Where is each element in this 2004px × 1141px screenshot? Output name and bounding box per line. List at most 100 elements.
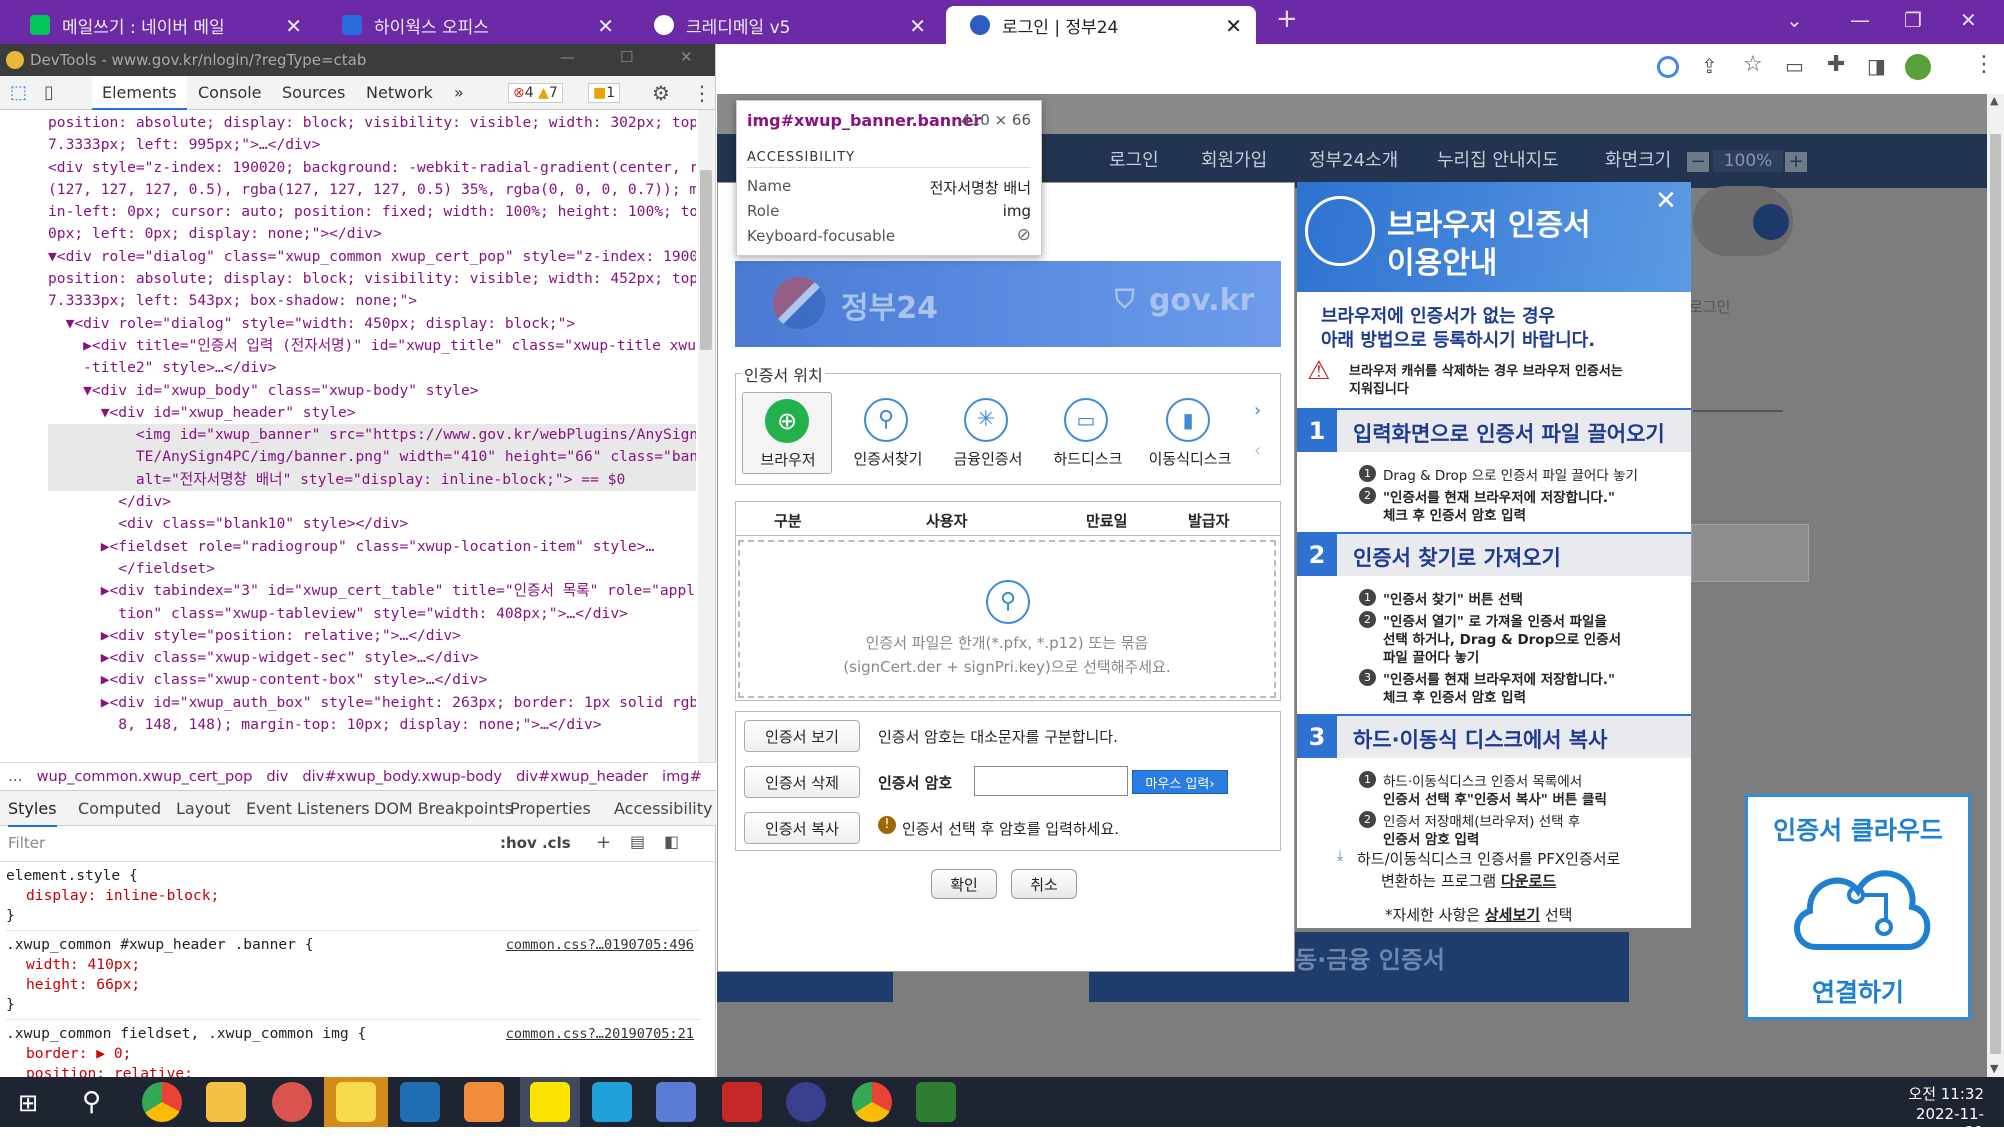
styles-tab[interactable]: Computed xyxy=(78,791,161,827)
cancel-button[interactable]: 취소 xyxy=(1011,869,1077,899)
more-tabs-button[interactable]: » xyxy=(444,76,474,110)
elements-scrollbar[interactable] xyxy=(698,110,714,762)
minimize-button[interactable]: — xyxy=(560,48,575,66)
cert-cloud-widget[interactable]: 인증서 클라우드 연결하기 xyxy=(1745,794,1971,1020)
close-icon[interactable]: ✕ xyxy=(285,14,302,38)
elements-tree[interactable]: position: absolute; display: block; visi… xyxy=(0,110,696,762)
nav-signup[interactable]: 회원가입 xyxy=(1201,134,1267,188)
styles-tab[interactable]: Properties xyxy=(510,791,591,827)
maximize-button[interactable]: ☐ xyxy=(620,48,633,66)
styles-tab[interactable]: Styles xyxy=(8,791,57,827)
search-icon[interactable] xyxy=(1753,204,1789,240)
nav-sitemap[interactable]: 누리집 안내지도 xyxy=(1437,134,1559,188)
dom-node-line[interactable]: 7.3333px; left: 995px;">…</div> xyxy=(48,134,696,156)
new-tab-button[interactable]: + xyxy=(1276,4,1298,34)
styles-tab[interactable]: DOM Breakpoints xyxy=(374,791,513,827)
delete-cert-button[interactable]: 인증서 삭제 xyxy=(744,766,860,798)
chrome-icon[interactable] xyxy=(852,1082,892,1122)
file-explorer-icon[interactable] xyxy=(206,1082,246,1122)
dom-node-line[interactable]: -title2" style>…</div> xyxy=(48,357,696,379)
device-toggle-icon[interactable]: ▯ xyxy=(44,82,54,103)
tab-network[interactable]: Network xyxy=(356,76,443,110)
remote-app-icon[interactable] xyxy=(592,1082,632,1122)
zoom-in-button[interactable]: + xyxy=(1785,152,1807,172)
kebab-menu-icon[interactable]: ⋮ xyxy=(1973,52,1995,77)
chevron-down-icon[interactable]: ⌄ xyxy=(1786,8,1803,32)
styles-tab[interactable]: Event Listeners xyxy=(246,791,370,827)
dom-node-line[interactable]: ▼<div id="xwup_header" style> xyxy=(48,402,696,424)
dom-node-line[interactable]: ▶<div title="인증서 입력 (전자서명)" id="xwup_tit… xyxy=(48,335,696,357)
search-box[interactable] xyxy=(1693,186,1793,256)
location-find[interactable]: ⚲ 인증서찾기 xyxy=(840,392,936,474)
mouse-input-button[interactable]: 마우스 입력› xyxy=(1132,770,1228,794)
filter-input[interactable]: Filter xyxy=(8,834,45,852)
issues-count-badge[interactable]: ■1 xyxy=(588,83,620,103)
dom-node-line[interactable]: ▼<div id="xwup_body" class="xwup-body" s… xyxy=(48,380,696,402)
rule-source-link[interactable]: common.css?…0190705:496 xyxy=(506,935,694,955)
dom-node-line[interactable]: ▶<div class="xwup-content-box" style>…</… xyxy=(48,669,696,691)
tab-naver-mail[interactable]: 메일쓰기 : 네이버 메일 ✕ xyxy=(6,6,316,44)
dom-node-line[interactable]: ▶<div tabindex="3" id="xwup_cert_table" … xyxy=(48,580,696,602)
breadcrumb-item[interactable]: div xyxy=(266,768,288,785)
close-window-button[interactable]: ✕ xyxy=(1960,8,1977,32)
google-icon[interactable] xyxy=(1657,56,1679,78)
location-finance-cert[interactable]: ✳ 금융인증서 xyxy=(940,392,1036,474)
dom-node-line[interactable]: TE/AnySign4PC/img/banner.png" width="410… xyxy=(48,446,696,468)
scroll-thumb[interactable] xyxy=(1990,134,2001,1054)
dom-node-line[interactable]: <img id="xwup_banner" src="https://www.g… xyxy=(48,424,696,446)
breadcrumb-item[interactable]: wup_common.xwup_cert_pop xyxy=(37,768,253,785)
view-cert-button[interactable]: 인증서 보기 xyxy=(744,720,860,752)
puzzle-icon[interactable]: ✚ xyxy=(1827,52,1845,77)
page-scrollbar[interactable]: ▲ ▼ xyxy=(1987,94,2004,1077)
close-icon[interactable]: ✕ xyxy=(1655,186,1677,216)
paint-icon[interactable]: ▤ xyxy=(630,832,645,851)
rule-declaration[interactable]: height: 66px; xyxy=(6,975,700,995)
tab-credimail[interactable]: 크레디메일 v5 ✕ xyxy=(630,6,940,44)
restore-button[interactable]: ❐ xyxy=(1904,8,1922,32)
gear-icon[interactable]: ⚙ xyxy=(652,81,670,105)
password-input[interactable] xyxy=(974,766,1128,796)
nav-about[interactable]: 정부24소개 xyxy=(1309,134,1398,188)
chevron-right-icon[interactable]: › xyxy=(1254,400,1261,421)
dom-node-line[interactable]: in-left: 0px; cursor: auto; position: fi… xyxy=(48,201,696,223)
inspect-icon[interactable]: ⬚ xyxy=(10,82,27,103)
breadcrumb-item[interactable]: div#xwup_body.xwup-body xyxy=(302,768,502,785)
cast-icon[interactable]: ▭ xyxy=(1785,54,1804,78)
kebab-menu-icon[interactable]: ⋮ xyxy=(692,81,712,105)
hiworks-app-icon[interactable] xyxy=(464,1082,504,1122)
dom-node-line[interactable]: position: absolute; display: block; visi… xyxy=(48,112,696,134)
avatar[interactable] xyxy=(1905,54,1931,80)
dom-node-line[interactable]: ▶<div id="xwup_auth_box" style="height: … xyxy=(48,692,696,714)
dom-node-line[interactable]: position: absolute; display: block; visi… xyxy=(48,268,696,290)
location-hard-disk[interactable]: ▭ 하드디스크 xyxy=(1040,392,1136,474)
dom-node-line[interactable]: </fieldset> xyxy=(48,558,696,580)
minimize-button[interactable]: — xyxy=(1850,8,1870,32)
drop-zone[interactable]: ⚲ 인증서 파일은 한개(*.pfx, *.p12) 또는 묶음 (signCe… xyxy=(738,540,1276,698)
breadcrumb-item[interactable]: … xyxy=(8,768,23,785)
dom-node-line[interactable]: ▶<div class="xwup-widget-sec" style>…</d… xyxy=(48,647,696,669)
chevron-left-icon[interactable]: ‹ xyxy=(1254,440,1261,461)
rule-declaration[interactable]: display: inline-block; xyxy=(6,886,700,906)
dom-node-line[interactable]: </div> xyxy=(48,491,696,513)
scroll-up-icon[interactable]: ▲ xyxy=(1990,94,1998,107)
dom-node-line[interactable]: 8, 148, 148); margin-top: 10px; display:… xyxy=(48,714,696,736)
network-app-icon[interactable] xyxy=(656,1082,696,1122)
dom-node-line[interactable]: 0px; left: 0px; display: none;"></div> xyxy=(48,223,696,245)
tab-hiworks[interactable]: 하이웍스 오피스 ✕ xyxy=(318,6,628,44)
cert-table[interactable]: 구분 사용자 만료일 발급자 ⚲ 인증서 파일은 한개(*.pfx, *.p12… xyxy=(735,501,1281,701)
download-link[interactable]: 다운로드 xyxy=(1501,872,1556,890)
spreadsheet-icon[interactable] xyxy=(916,1082,956,1122)
scroll-down-icon[interactable]: ▼ xyxy=(1990,1062,1998,1075)
filezilla-icon[interactable] xyxy=(722,1082,762,1122)
tab-sources[interactable]: Sources xyxy=(272,76,355,110)
hov-cls-toggles[interactable]: :hov .cls xyxy=(500,834,571,852)
tab-elements[interactable]: Elements xyxy=(92,76,187,110)
close-icon[interactable]: ✕ xyxy=(1225,14,1242,38)
rule-source-link[interactable]: common.css?…20190705:21 xyxy=(506,1024,694,1044)
breadcrumb-item[interactable]: img# xyxy=(662,768,702,785)
dom-node-line[interactable]: tion" class="xwup-tableview" style="widt… xyxy=(48,603,696,625)
trello-icon[interactable] xyxy=(400,1082,440,1122)
rule-declaration[interactable]: width: 410px; xyxy=(6,955,700,975)
close-button[interactable]: ✕ xyxy=(680,48,693,66)
search-icon[interactable]: ⚲ xyxy=(82,1087,101,1117)
